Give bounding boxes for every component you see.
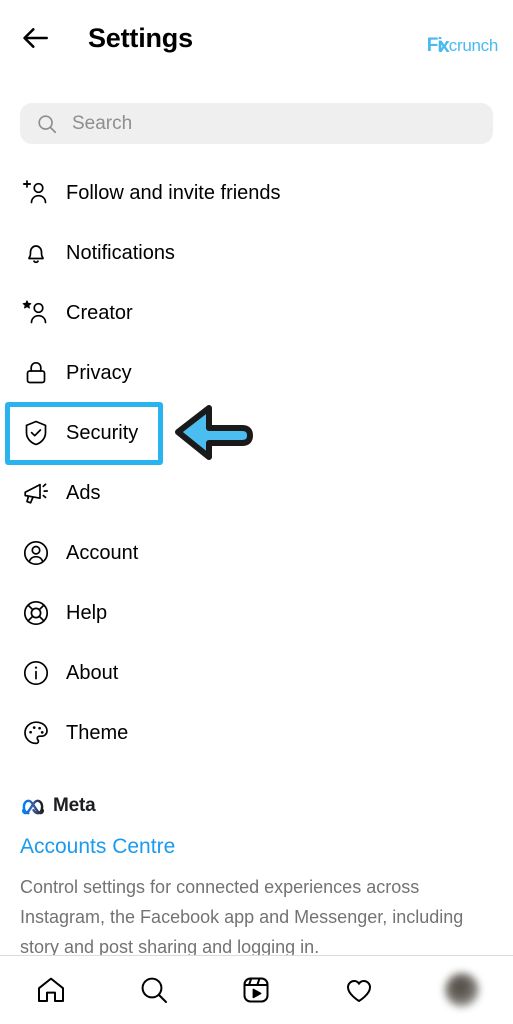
menu-item-label: Ads bbox=[66, 482, 101, 504]
nav-item-activity[interactable] bbox=[308, 956, 411, 1024]
menu-item-label: About bbox=[66, 662, 119, 684]
menu-item-label: Security bbox=[66, 422, 139, 444]
arrow-left-icon bbox=[23, 28, 48, 48]
reels-icon bbox=[243, 977, 269, 1003]
bottom-navigation bbox=[0, 955, 513, 1024]
shield-check-icon bbox=[25, 420, 47, 446]
lock-icon bbox=[26, 362, 46, 384]
menu-item-security[interactable]: Security bbox=[0, 403, 513, 463]
header: Settings Fi x crunch bbox=[0, 0, 513, 95]
menu-item-label: Theme bbox=[66, 722, 129, 744]
brand-watermark: Fi x crunch bbox=[427, 34, 499, 57]
menu-item-ads[interactable]: Ads bbox=[0, 463, 513, 523]
palette-icon bbox=[24, 721, 48, 745]
menu-item-label: Creator bbox=[66, 302, 133, 324]
menu-item-about[interactable]: About bbox=[0, 643, 513, 703]
meta-description: Control settings for connected experienc… bbox=[20, 877, 464, 958]
settings-screen: Settings Fi x crunch Search Follow and i… bbox=[0, 0, 513, 1024]
person-add-icon bbox=[22, 180, 47, 204]
meta-section: Meta Accounts Centre Control settings fo… bbox=[20, 793, 500, 962]
menu-item-label: Follow and invite friends bbox=[66, 182, 281, 204]
back-button[interactable] bbox=[18, 20, 54, 56]
search-icon bbox=[38, 114, 57, 133]
menu-item-notifications[interactable]: Notifications bbox=[0, 223, 513, 283]
nav-item-profile[interactable] bbox=[410, 956, 513, 1024]
menu-item-theme[interactable]: Theme bbox=[0, 703, 513, 763]
brand-part-x: x bbox=[438, 35, 450, 57]
heart-icon bbox=[347, 980, 372, 1002]
lifebuoy-icon bbox=[23, 600, 49, 626]
search-placeholder: Search bbox=[72, 112, 133, 134]
nav-item-reels[interactable] bbox=[205, 956, 308, 1024]
info-circle-icon bbox=[23, 660, 49, 686]
home-icon bbox=[38, 977, 65, 1002]
meta-brand: Meta bbox=[20, 793, 500, 819]
meta-infinity-icon bbox=[21, 799, 45, 815]
search-input[interactable]: Search bbox=[20, 103, 493, 144]
megaphone-icon bbox=[24, 483, 49, 504]
accounts-centre-link[interactable]: Accounts Centre bbox=[20, 835, 500, 858]
menu-item-label: Privacy bbox=[66, 362, 132, 384]
bell-icon bbox=[28, 245, 44, 264]
nav-item-home[interactable] bbox=[0, 956, 103, 1024]
search-icon bbox=[141, 977, 167, 1003]
page-title: Settings bbox=[88, 23, 193, 53]
menu-item-help[interactable]: Help bbox=[0, 583, 513, 643]
meta-brand-label: Meta bbox=[53, 795, 96, 816]
menu-item-label: Help bbox=[66, 602, 108, 624]
menu-item-privacy[interactable]: Privacy bbox=[0, 343, 513, 403]
brand-part-crunch: crunch bbox=[448, 36, 499, 55]
avatar-icon bbox=[444, 973, 479, 1007]
menu-item-account[interactable]: Account bbox=[0, 523, 513, 583]
person-star-icon bbox=[22, 300, 47, 324]
menu-item-follow-and-invite-friends[interactable]: Follow and invite friends bbox=[0, 163, 513, 223]
settings-menu: Follow and invite friends Notifications … bbox=[0, 163, 513, 763]
menu-item-label: Account bbox=[66, 542, 139, 564]
nav-item-search[interactable] bbox=[103, 956, 206, 1024]
menu-item-creator[interactable]: Creator bbox=[0, 283, 513, 343]
menu-item-label: Notifications bbox=[66, 242, 175, 264]
person-circle-icon bbox=[23, 540, 49, 566]
